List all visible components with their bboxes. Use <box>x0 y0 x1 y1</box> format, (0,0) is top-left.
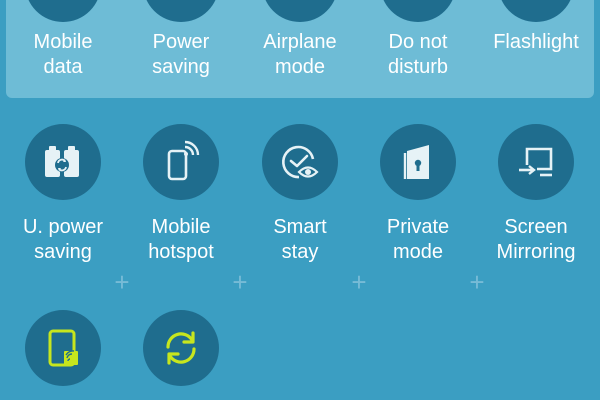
ultra-power-saving-icon <box>25 124 101 200</box>
add-slot-marker[interactable]: + <box>228 269 252 295</box>
mobile-hotspot-icon <box>143 124 219 200</box>
screen-mirroring-icon <box>498 124 574 200</box>
nfc-tablet-icon <box>25 310 101 386</box>
tile-label: Mobile data <box>33 31 93 78</box>
private-mode-icon <box>380 124 456 200</box>
tile-label: Power saving <box>152 31 210 78</box>
tile-label: Mobile hotspot <box>148 216 214 263</box>
tile-label: Do not disturb <box>387 31 449 78</box>
tile-label: Private mode <box>386 216 450 263</box>
add-slot-marker[interactable]: + <box>347 269 371 295</box>
tile-label: Flashlight <box>493 31 579 53</box>
smart-stay-icon <box>262 124 338 200</box>
tile-label: Smart stay <box>273 216 327 263</box>
sync-icon <box>143 310 219 386</box>
tile-label: Screen Mirroring <box>496 216 576 263</box>
add-slot-marker[interactable]: + <box>465 269 489 295</box>
tile-label: Airplane mode <box>263 31 337 78</box>
add-slot-marker[interactable]: + <box>110 269 134 295</box>
tile-label: U. power saving <box>22 216 104 263</box>
